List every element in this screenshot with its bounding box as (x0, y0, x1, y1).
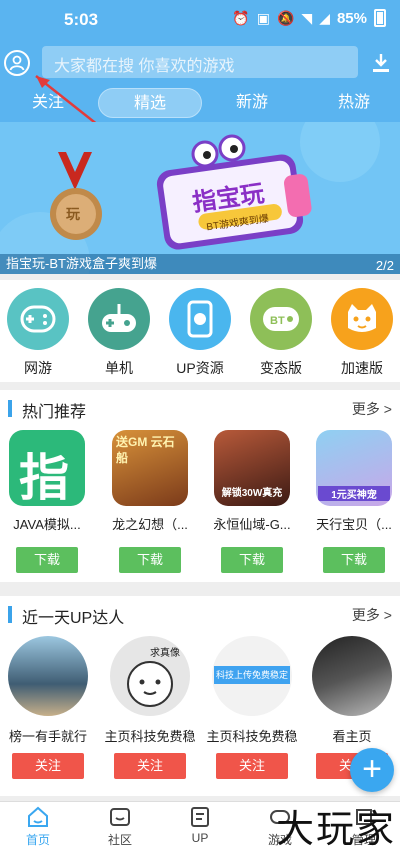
nav-up[interactable]: UP (170, 806, 230, 845)
up-user-name: 看主页 (332, 729, 372, 744)
signal-icon: ◢ (319, 9, 330, 26)
up-user-name: 主页科技免费稳 (104, 729, 196, 744)
up-user-name: 榜一有手就行 (8, 729, 87, 744)
app-card[interactable]: 送GM 云石船 龙之幻想（... 下载 (105, 430, 195, 573)
category-up-resources[interactable]: UP资源 (165, 288, 235, 378)
tab-hot-games[interactable]: 热游 (326, 88, 382, 118)
nav-label: UP (191, 831, 209, 845)
category-online-games[interactable]: 网游 (3, 288, 73, 378)
avatar-bubble-text: 求真像 (150, 648, 180, 659)
category-bt-version[interactable]: BT 变态版 (246, 288, 316, 378)
joystick-icon (88, 288, 150, 350)
app-icon: 解锁30W真充 (214, 430, 290, 506)
follow-button[interactable]: 关注 (114, 753, 186, 779)
status-icons: ⏰ ▣ 🔕 ◥ ◢ 85% (232, 9, 386, 27)
nav-label: 首页 (25, 833, 50, 847)
section-accent-bar (8, 400, 12, 417)
volte-icon: ▣ (256, 9, 270, 26)
up-section-title: 近一天UP达人 (22, 610, 125, 627)
alarm-icon: ⏰ (232, 9, 250, 26)
download-button[interactable]: 下载 (16, 547, 78, 573)
avatar (312, 636, 392, 716)
add-fab-button[interactable]: + (350, 748, 394, 792)
app-name: 永恒仙域-G... (213, 517, 291, 532)
up-user-card[interactable]: 科技上传免费稳定 主页科技免费稳 关注 (206, 636, 298, 779)
category-row: 网游 单机 UP资源 BT 变态版 加速版 (0, 280, 400, 382)
avatar (8, 636, 88, 716)
status-bar: 5:03 ⏰ ▣ 🔕 ◥ ◢ 85% (0, 0, 400, 40)
mute-icon: 🔕 (276, 9, 295, 26)
top-header: 5:03 ⏰ ▣ 🔕 ◥ ◢ 85% 大家都在搜 你喜欢的游戏 关注 精选 新游… (0, 0, 400, 145)
app-card[interactable]: 指 JAVA模拟... 下载 (2, 430, 92, 573)
category-label: 网游 (24, 360, 52, 376)
battery-percent: 85% (336, 9, 367, 27)
download-button[interactable]: 下载 (119, 547, 181, 573)
home-icon (27, 806, 49, 828)
up-user-name: 主页科技免费稳 (206, 729, 298, 744)
app-icon: 送GM 云石船 (112, 430, 188, 506)
app-name: JAVA模拟... (13, 517, 81, 532)
battery-icon (374, 9, 386, 27)
category-label: UP资源 (176, 360, 224, 376)
app-icon-text: 解锁30W真充 (221, 488, 283, 499)
follow-button[interactable]: 关注 (12, 753, 84, 779)
user-avatar-icon[interactable] (4, 50, 30, 76)
category-label: 单机 (105, 360, 133, 376)
app-icon-text: 1元买神宠 (318, 486, 390, 501)
avatar: 求真像 (110, 636, 190, 716)
banner-counter: 2/2 (375, 258, 394, 273)
tab-new-games[interactable]: 新游 (224, 88, 280, 118)
nav-home[interactable]: 首页 (8, 806, 68, 848)
hot-section-header: 热门推荐 更多 > (0, 390, 400, 424)
hot-section-title: 热门推荐 (22, 404, 87, 421)
category-single-player[interactable]: 单机 (84, 288, 154, 378)
category-speed-version[interactable]: 加速版 (327, 288, 397, 378)
bt-gamepad-icon: BT (250, 288, 312, 350)
follow-button[interactable]: 关注 (216, 753, 288, 779)
app-icon: 1元买神宠 (316, 430, 392, 506)
watermark-text: 大玩家 (276, 807, 397, 851)
medal-text: 玩 (66, 206, 80, 222)
app-icon: 指 (9, 430, 85, 506)
app-card[interactable]: 解锁30W真充 永恒仙域-G... 下载 (207, 430, 297, 573)
up-user-card[interactable]: 求真像 主页科技免费稳 关注 (104, 636, 196, 779)
download-icon[interactable] (370, 52, 392, 74)
status-time: 5:03 (64, 10, 99, 29)
nav-community[interactable]: 社区 (90, 806, 150, 848)
app-icon-text: 指 (19, 450, 69, 506)
section-accent-bar (8, 606, 12, 623)
up-more-link[interactable]: 更多 > (352, 605, 392, 625)
promo-banner[interactable]: 玩 指宝玩 BT游戏爽到爆 指宝玩-BT游戏盒子爽到爆 2/2 (0, 122, 400, 274)
up-list-icon (189, 806, 211, 828)
avatar: 科技上传免费稳定 (212, 636, 292, 716)
up-user-card[interactable]: 榜一有手就行 关注 (2, 636, 94, 779)
category-label: 变态版 (260, 360, 302, 376)
app-card[interactable]: 1元买神宠 天行宝贝（... 下载 (309, 430, 399, 573)
share-phone-icon (169, 288, 231, 350)
svg-text:BT: BT (270, 315, 285, 327)
app-screen: 5:03 ⏰ ▣ 🔕 ◥ ◢ 85% 大家都在搜 你喜欢的游戏 关注 精选 新游… (0, 0, 400, 851)
app-icon-text: 送GM 云石船 (116, 435, 175, 465)
community-icon (109, 806, 131, 828)
download-button[interactable]: 下载 (221, 547, 283, 573)
app-name: 天行宝贝（... (316, 517, 392, 532)
app-name: 龙之幻想（... (112, 517, 188, 532)
download-button[interactable]: 下载 (323, 547, 385, 573)
hot-section: 热门推荐 更多 > 指 JAVA模拟... 下载 送GM 云石船 龙之幻想（..… (0, 390, 400, 582)
avatar-card-text: 科技上传免费稳定 (214, 666, 290, 684)
gamepad-icon (7, 288, 69, 350)
cat-face-icon (331, 288, 393, 350)
up-section: 近一天UP达人 更多 > 榜一有手就行 关注 求真像 主页科技免费稳 关注 科技… (0, 596, 400, 796)
up-section-header: 近一天UP达人 更多 > (0, 596, 400, 630)
nav-label: 社区 (107, 833, 132, 847)
banner-caption: 指宝玩-BT游戏盒子爽到爆 (0, 254, 400, 274)
wifi-icon: ◥ (301, 9, 313, 26)
hot-more-link[interactable]: 更多 > (352, 399, 392, 419)
category-label: 加速版 (341, 360, 383, 376)
banner-caption-text: 指宝玩-BT游戏盒子爽到爆 (6, 256, 157, 271)
